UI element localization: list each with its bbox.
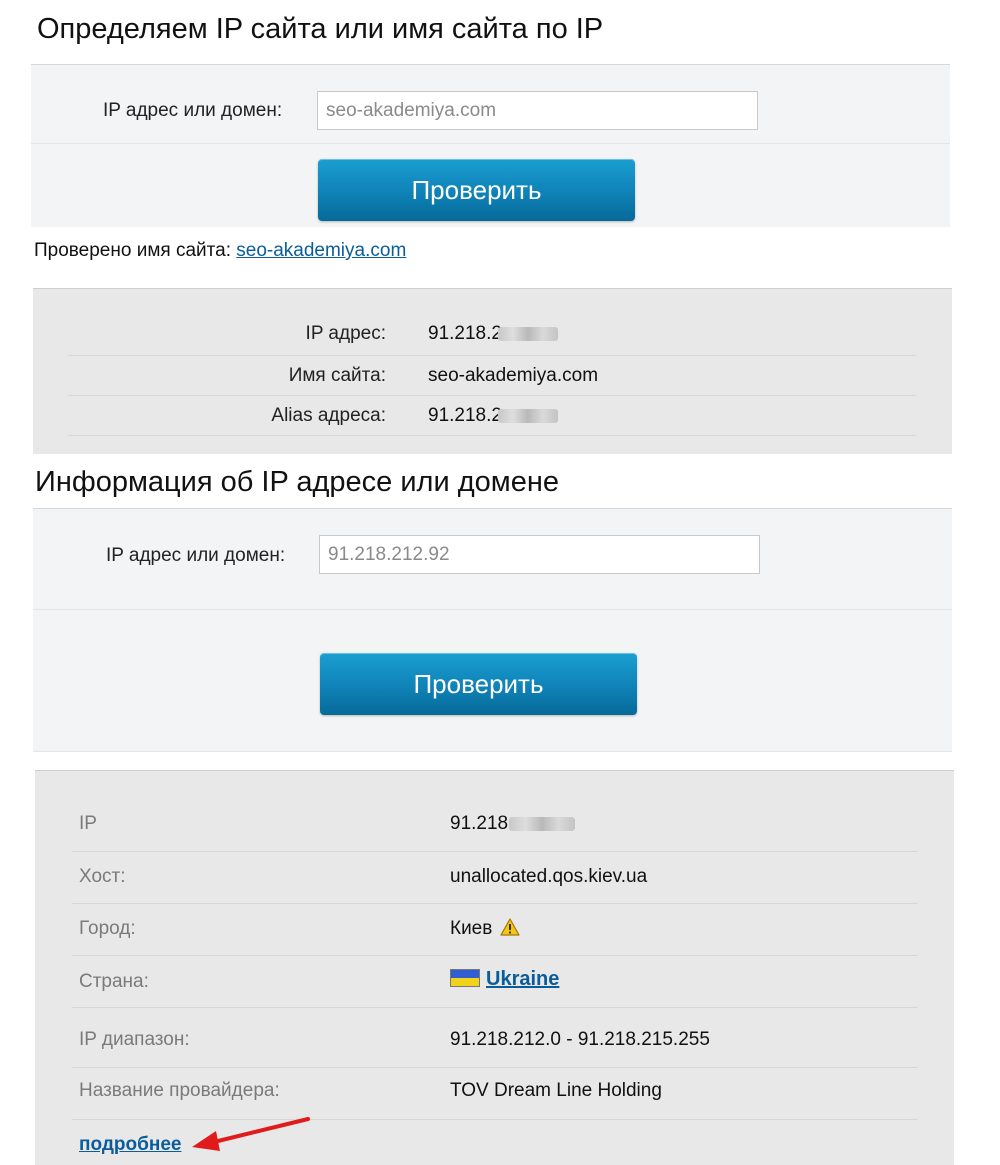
result1-row-sitename: Имя сайта: seo-akademiya.com xyxy=(68,355,916,396)
redacted-blur xyxy=(497,408,558,423)
result-panel-1: IP адрес: 91.218.2 Имя сайта: seo-akadem… xyxy=(33,288,952,454)
checked-site-line: Проверено имя сайта: seo-akademiya.com xyxy=(34,240,406,262)
lookup-form-1: IP адрес или домен: Проверить xyxy=(31,64,950,227)
result2-row-range: IP диапазон: 91.218.212.0 - 91.218.215.2… xyxy=(72,1007,918,1068)
result2-row-provider: Название провайдера: TOV Dream Line Hold… xyxy=(72,1067,918,1120)
result2-value: Ukraine xyxy=(450,968,559,991)
section1-title: Определяем IP сайта или имя сайта по IP xyxy=(37,13,604,45)
result2-value: TOV Dream Line Holding xyxy=(450,1080,662,1101)
result2-value: 91.218.212.0 - 91.218.215.255 xyxy=(450,1029,710,1050)
result1-key: IP адрес: xyxy=(305,323,386,344)
result1-value: 91.218.2 xyxy=(428,323,558,345)
result2-key: Название провайдера: xyxy=(79,1080,280,1101)
result2-key: IP xyxy=(79,813,97,834)
result1-key: Имя сайта: xyxy=(288,365,386,386)
lookup-form-2: IP адрес или домен: Проверить xyxy=(33,508,952,752)
redacted-blur xyxy=(497,326,558,341)
result2-value: Киев xyxy=(450,918,520,942)
section2-title: Информация об IP адресе или домене xyxy=(35,466,559,498)
result2-key: Страна: xyxy=(79,971,149,992)
result1-value: 91.218.2 xyxy=(428,405,558,427)
ip-domain-label: IP адрес или домен: xyxy=(103,100,283,121)
more-details-link[interactable]: подробнее xyxy=(79,1134,181,1156)
result2-row-ip: IP 91.218. xyxy=(72,799,918,852)
red-arrow-annotation xyxy=(192,1117,310,1151)
ukraine-flag-icon xyxy=(450,969,480,987)
redacted-blur xyxy=(509,816,576,831)
ip-domain-label: IP адрес или домен: xyxy=(106,545,286,566)
result1-row-ip: IP адрес: 91.218.2 xyxy=(68,315,916,356)
check-button[interactable]: Проверить xyxy=(318,159,635,221)
result1-value: seo-akademiya.com xyxy=(428,365,599,386)
country-link[interactable]: Ukraine xyxy=(486,968,559,990)
checked-site-link[interactable]: seo-akademiya.com xyxy=(236,240,406,261)
result2-row-host: Хост: unallocated.qos.kiev.ua xyxy=(72,851,918,904)
result2-row-city: Город: Киев xyxy=(72,903,918,956)
result2-row-country: Страна: Ukraine xyxy=(72,955,918,1008)
result2-key: Хост: xyxy=(79,866,126,887)
result-panel-2: IP 91.218. Хост: unallocated.qos.kiev.ua… xyxy=(35,770,954,1165)
ip-domain-input[interactable] xyxy=(319,535,760,574)
result1-row-alias: Alias адреса: 91.218.2 xyxy=(68,395,916,436)
form-row-input: IP адрес или домен: xyxy=(33,509,952,610)
checked-site-prefix: Проверено имя сайта: xyxy=(34,240,231,261)
ip-domain-input[interactable] xyxy=(317,91,758,130)
result1-key: Alias адреса: xyxy=(271,405,386,426)
result2-value: unallocated.qos.kiev.ua xyxy=(450,866,648,887)
result2-value: 91.218. xyxy=(450,813,576,835)
form-row-input: IP адрес или домен: xyxy=(31,65,950,144)
warning-icon[interactable] xyxy=(500,918,520,942)
check-button[interactable]: Проверить xyxy=(320,653,637,715)
result2-key: Город: xyxy=(79,918,136,939)
result2-key: IP диапазон: xyxy=(79,1029,190,1050)
